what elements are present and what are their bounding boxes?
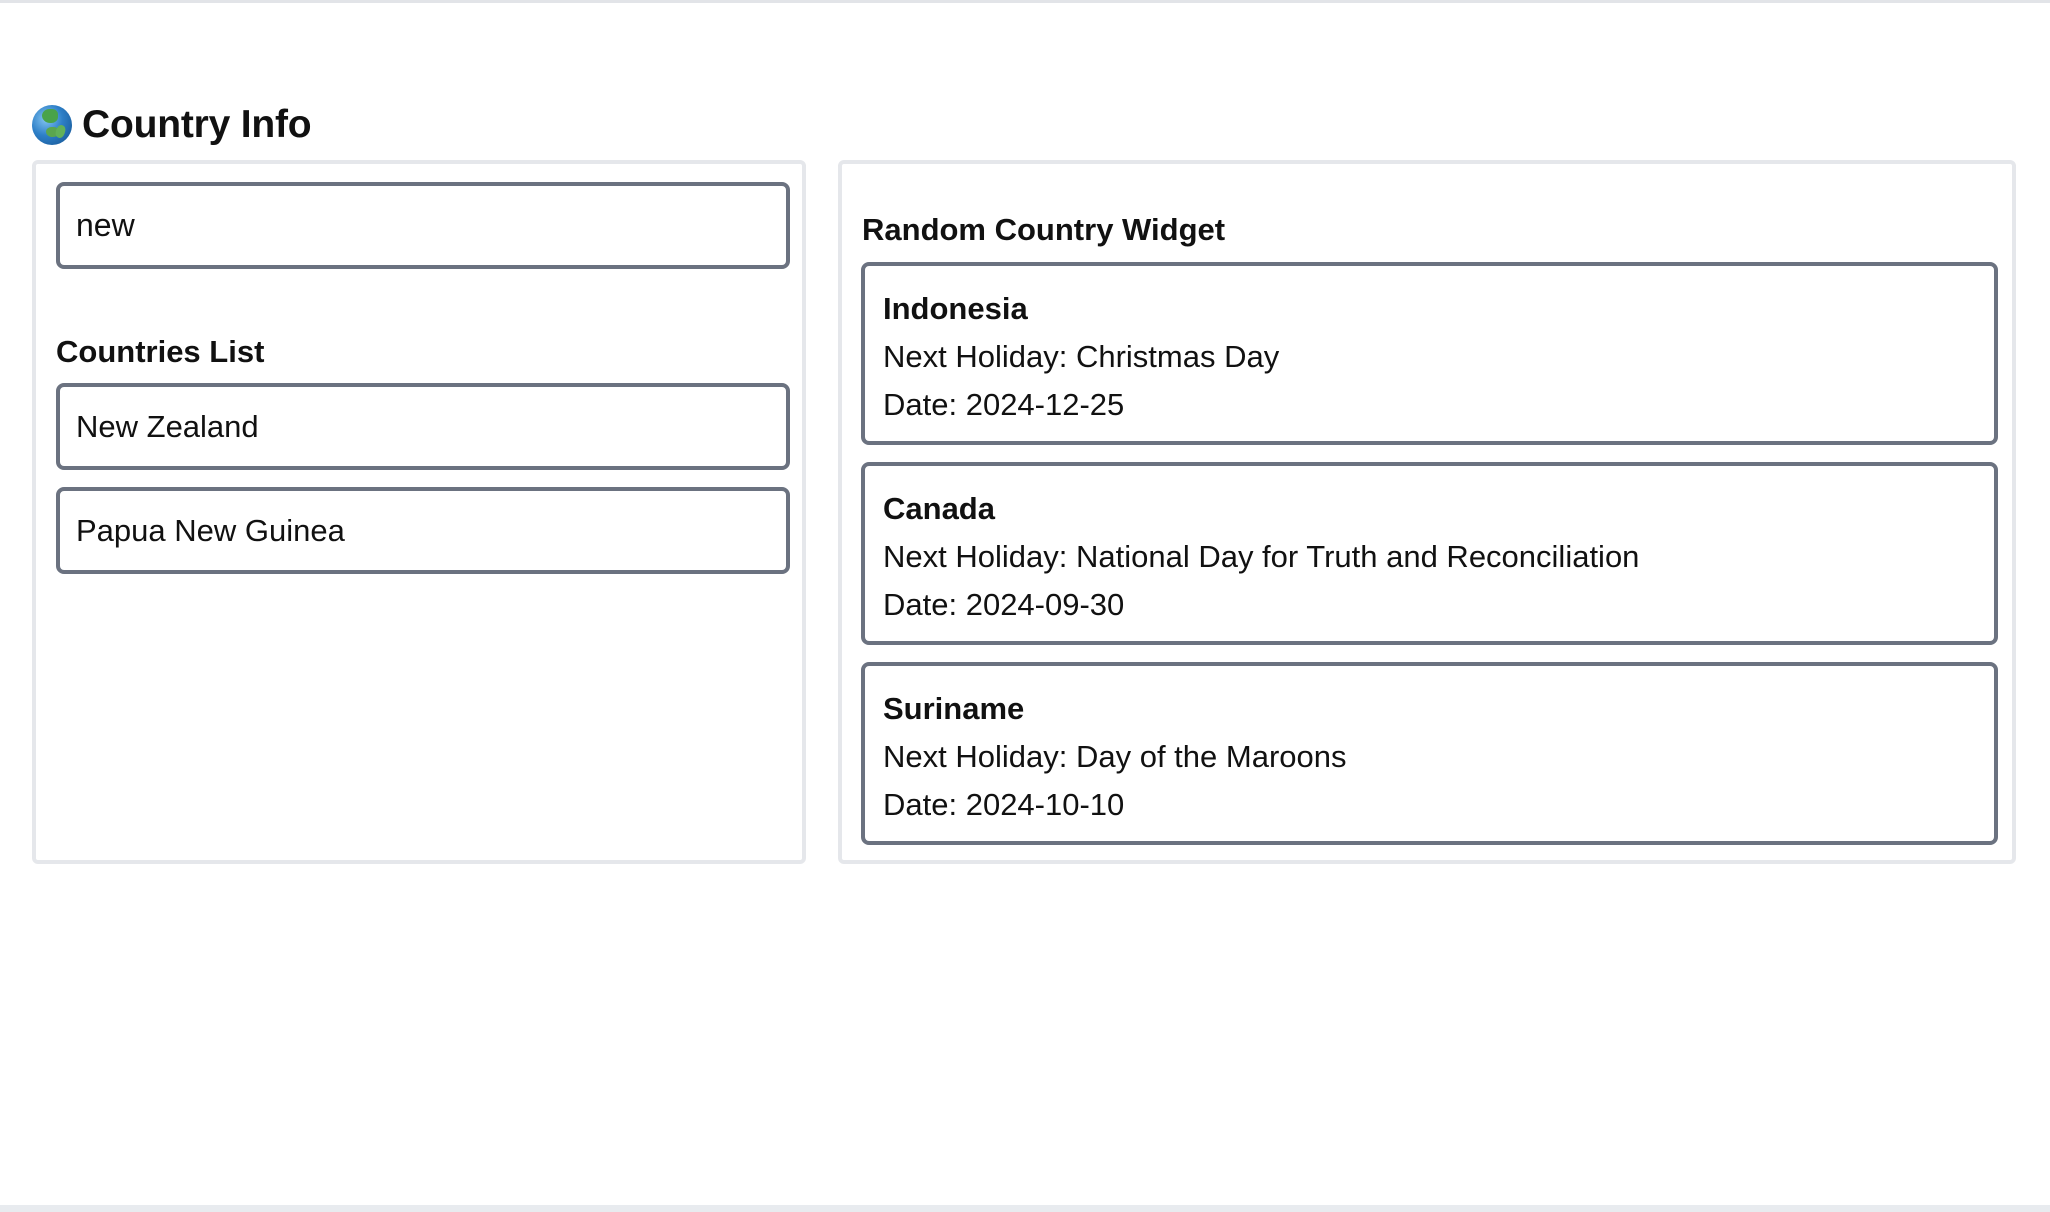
holiday-country-name: Canada bbox=[883, 491, 995, 526]
next-holiday-text: Next Holiday: National Day for Truth and… bbox=[883, 539, 1640, 574]
random-country-widget: Random Country Widget Indonesia Next Hol… bbox=[838, 160, 2016, 864]
holiday-date-text: Date: 2024-10-10 bbox=[883, 787, 1125, 822]
holiday-card: Canada Next Holiday: National Day for Tr… bbox=[861, 462, 1998, 645]
countries-list-title: Countries List bbox=[56, 333, 265, 369]
random-country-widget-title: Random Country Widget bbox=[862, 211, 1226, 247]
country-list-item[interactable]: Papua New Guinea bbox=[56, 487, 790, 574]
app-window: Country Info Countries List New Zealand … bbox=[0, 0, 2050, 1212]
globe-icon bbox=[32, 105, 72, 146]
countries-list: New Zealand Papua New Guinea bbox=[56, 383, 790, 591]
holiday-card: Suriname Next Holiday: Day of the Maroon… bbox=[861, 662, 1998, 845]
next-holiday-text: Next Holiday: Christmas Day bbox=[883, 339, 1280, 374]
holiday-country-name: Indonesia bbox=[883, 291, 1028, 326]
page-title: Country Info bbox=[82, 103, 312, 147]
holiday-card: Indonesia Next Holiday: Christmas Day Da… bbox=[861, 262, 1998, 445]
holiday-card-list: Indonesia Next Holiday: Christmas Day Da… bbox=[861, 262, 1998, 862]
holiday-country-name: Suriname bbox=[883, 691, 1025, 726]
country-search-input[interactable] bbox=[56, 182, 790, 269]
holiday-date-text: Date: 2024-12-25 bbox=[883, 387, 1125, 422]
next-holiday-text: Next Holiday: Day of the Maroons bbox=[883, 739, 1347, 774]
country-list-item[interactable]: New Zealand bbox=[56, 383, 790, 470]
countries-panel: Countries List New Zealand Papua New Gui… bbox=[32, 160, 806, 864]
holiday-date-text: Date: 2024-09-30 bbox=[883, 587, 1125, 622]
